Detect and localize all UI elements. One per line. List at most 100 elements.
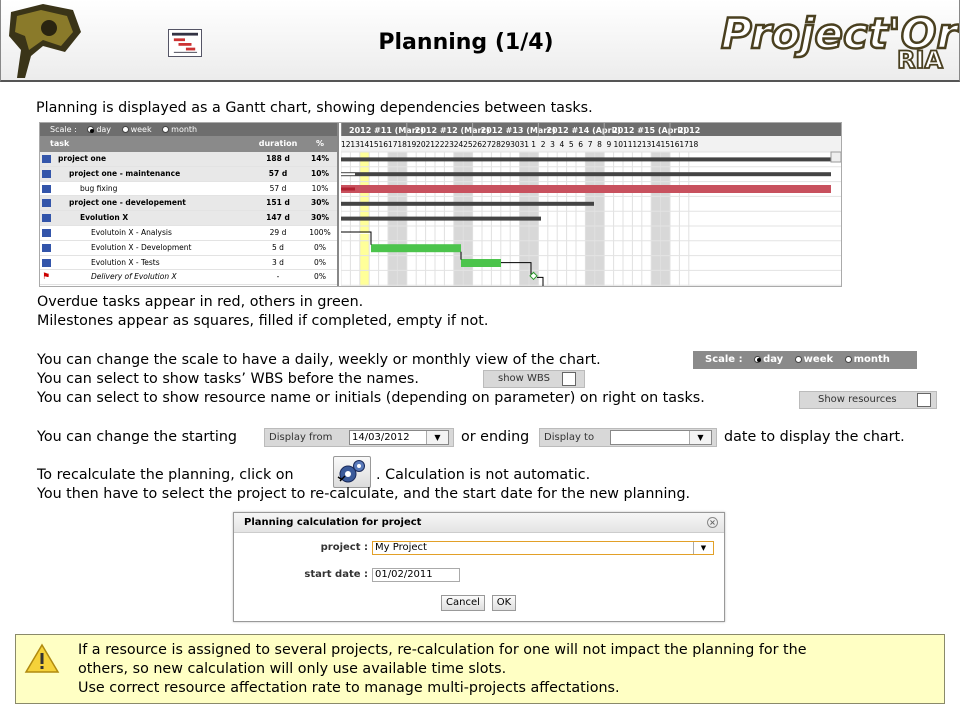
scale-day-radio[interactable] [87, 126, 95, 133]
display-to-label: Display to [544, 432, 595, 443]
scale-month-radio[interactable] [162, 126, 170, 133]
task-icon [42, 243, 51, 252]
show-wbs-toggle[interactable]: show WBS [483, 370, 585, 388]
task-name: Evolution X - Tests [91, 257, 160, 267]
scale-selector-week-radio[interactable] [794, 355, 802, 363]
task-name: Delivery of Evolution X [91, 272, 177, 282]
task-row[interactable]: Evolutoin X - Analysis 29 d 100% [40, 226, 337, 241]
display-from-value: 14/03/2012 [352, 432, 410, 443]
task-row[interactable]: project one 188 d 14% [40, 152, 337, 167]
task-duration: 57 d [268, 168, 288, 178]
flag-icon: ⚑ [42, 272, 51, 283]
show-resources-checkbox[interactable] [917, 393, 931, 407]
day-label: 21 [426, 140, 436, 149]
recalc-text: To recalculate the planning, click on [37, 467, 294, 483]
close-icon[interactable]: × [707, 517, 718, 528]
day-label: 13 [350, 140, 360, 149]
scale-selector-month-radio[interactable] [844, 355, 852, 363]
task-row[interactable]: bug fixing 57 d 10% [40, 182, 337, 197]
display-from-input[interactable]: 14/03/2012 ▼ [349, 430, 449, 445]
project-select[interactable]: My Project ▼ [372, 541, 714, 555]
planning-icon [168, 29, 202, 57]
task-row[interactable]: project one - developement 151 d 30% [40, 196, 337, 212]
gantt-chart: Scale : day week month task duration % p… [39, 122, 842, 287]
show-wbs-checkbox[interactable] [562, 372, 576, 386]
day-label: 1 [531, 140, 536, 149]
task-icon [42, 184, 51, 193]
day-label: 10 [614, 140, 624, 149]
dialog-title-bar: Planning calculation for project × [234, 513, 724, 533]
resources-text: You can select to show resource name or … [37, 390, 705, 406]
project-select-value: My Project [375, 542, 427, 553]
scale-week-radio[interactable] [121, 126, 129, 133]
col-pct-header: % [315, 139, 324, 148]
overdue-text: Overdue tasks appear in red, others in g… [37, 294, 364, 310]
date-display-text: date to display the chart. [724, 429, 905, 445]
task-bar [341, 232, 371, 234]
show-resources-toggle[interactable]: Show resources [799, 391, 937, 409]
task-progress: 10% [311, 168, 329, 178]
dialog-title: Planning calculation for project [244, 517, 422, 528]
day-label: 3 [550, 140, 555, 149]
summary-bar [341, 157, 831, 162]
scroll-up-icon [830, 151, 841, 163]
day-label: 27 [482, 140, 492, 149]
day-label: 20 [416, 140, 426, 149]
task-name: project one [58, 154, 107, 163]
scale-selector-day-radio[interactable] [754, 355, 762, 363]
scale-selector: Scale : day week month [693, 351, 917, 369]
project-dropdown-icon[interactable]: ▼ [693, 542, 713, 554]
task-row[interactable]: Evolution X 147 d 30% [40, 211, 337, 226]
day-label: 28 [491, 140, 501, 149]
scale-bar: Scale : day week month [40, 123, 337, 136]
display-from-dropdown-icon[interactable]: ▼ [426, 431, 448, 444]
day-label: 14 [651, 140, 661, 149]
calculate-button[interactable] [333, 456, 371, 488]
day-label: 26 [473, 140, 483, 149]
day-label: 25 [463, 140, 473, 149]
task-name: Evolution X [80, 213, 129, 223]
show-resources-label: Show resources [818, 394, 897, 405]
display-to-input[interactable]: ▼ [610, 430, 712, 445]
gantt-timeline: 2012 #11 (Marc) 2012 #12 (Marc) 2012 #13 (… [340, 123, 841, 286]
day-label: 11 [623, 140, 633, 149]
ok-button[interactable]: OK [492, 595, 516, 611]
logo-icon [9, 4, 81, 78]
task-icon [42, 214, 51, 223]
day-label: 5 [569, 140, 574, 149]
progress-mark [341, 173, 355, 176]
day-label: 30 [510, 140, 520, 149]
task-duration: 147 d [266, 213, 290, 223]
scale-selector-day: day [763, 354, 784, 365]
scale-label: Scale : [50, 125, 77, 134]
scale-selector-month: month [853, 354, 890, 365]
planning-calculation-dialog: Planning calculation for project × proje… [233, 512, 725, 622]
warning-line-3: Use correct resource affectation rate to… [78, 680, 620, 696]
task-row[interactable]: Evolution X - Development 5 d 0% [40, 241, 337, 256]
display-to-dropdown-icon[interactable]: ▼ [689, 431, 711, 444]
scale-month-label: month [171, 125, 198, 134]
show-wbs-label: show WBS [498, 373, 550, 384]
day-label: 18 [689, 140, 699, 149]
day-label: 7 [588, 140, 593, 149]
day-label: 22 [435, 140, 445, 149]
task-duration: 151 d [266, 198, 290, 208]
intro-text: Planning is displayed as a Gantt chart, … [36, 100, 593, 116]
scale-day-label: day [96, 125, 112, 134]
day-label: 31 [520, 140, 530, 149]
start-date-input[interactable]: 01/02/2011 [372, 568, 460, 582]
task-progress: 30% [311, 198, 329, 208]
project-icon [42, 169, 51, 178]
task-row[interactable]: project one - maintenance 57 d 10% [40, 166, 337, 182]
warning-text: If a resource is assigned to several pro… [78, 641, 807, 698]
col-task-header: task [50, 139, 70, 148]
task-row[interactable]: Evolution X - Tests 3 d 0% [40, 256, 337, 271]
week-label: 2012 #12 (Marc) [415, 126, 490, 135]
select-project-text: You then have to select the project to r… [37, 486, 691, 502]
ontime-bar [371, 244, 461, 253]
summary-bar [341, 172, 831, 177]
cancel-button[interactable]: Cancel [441, 595, 485, 611]
task-duration: 57 d [269, 183, 287, 193]
week-label: 2012 [678, 126, 700, 135]
task-row[interactable]: ⚑ Delivery of Evolution X - 0% [40, 270, 337, 286]
